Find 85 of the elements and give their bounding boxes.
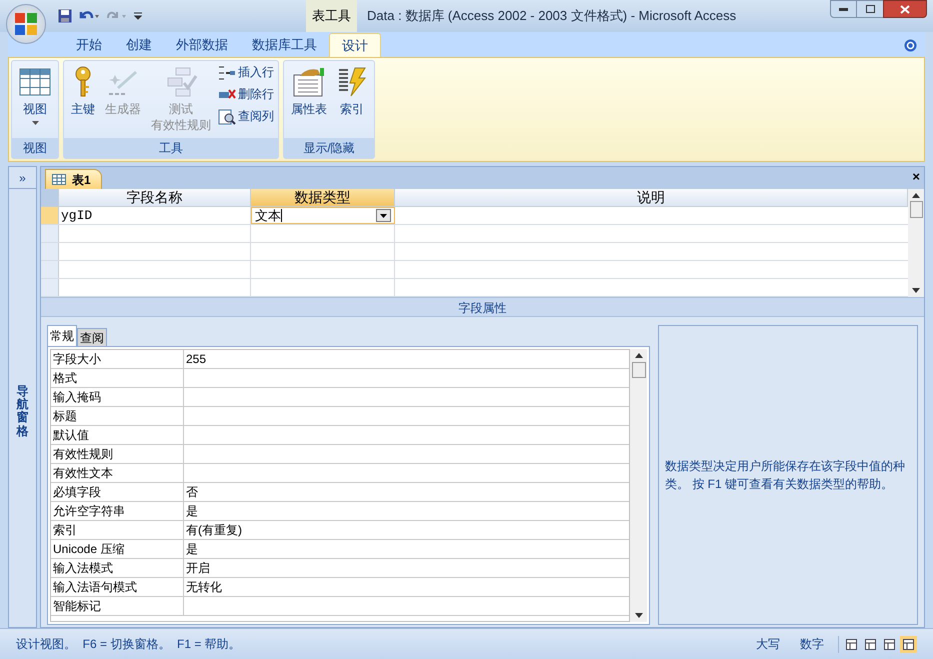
ribbon-button[interactable]: 查阅列 <box>218 107 274 126</box>
property-name: 输入法语句模式 <box>51 578 184 596</box>
field-name-cell[interactable]: ygID <box>59 207 251 224</box>
close-tab-button[interactable]: × <box>912 169 920 185</box>
view-icon <box>884 638 895 650</box>
property-name: 字段大小 <box>51 350 184 368</box>
view-icon <box>865 638 876 650</box>
property-tab[interactable]: 常规 <box>47 325 77 346</box>
key-icon <box>73 66 93 98</box>
property-name: 输入掩码 <box>51 388 184 406</box>
property-value[interactable]: 是 <box>184 502 629 520</box>
data-type-dropdown[interactable]: 文本 <box>251 207 395 224</box>
property-value[interactable]: 有(有重复) <box>184 521 629 539</box>
ribbon-button[interactable]: 索引 <box>334 61 370 138</box>
property-name: 允许空字符串 <box>51 502 184 520</box>
property-tab[interactable]: 查阅 <box>77 328 107 346</box>
ribbon-button[interactable]: 主键 <box>68 61 98 138</box>
status-indicator: 数字 <box>800 636 824 653</box>
lookup-icon <box>218 108 236 124</box>
property-name: 标题 <box>51 407 184 425</box>
ribbon-button[interactable]: 视图 <box>16 61 54 138</box>
caret-icon <box>32 121 38 125</box>
save-icon[interactable] <box>58 9 72 23</box>
ribbon-tab[interactable]: 数据库工具 <box>240 33 329 57</box>
scroll-up-icon[interactable] <box>912 193 920 198</box>
scroll-down-icon[interactable] <box>634 613 642 618</box>
help-icon[interactable] <box>904 39 917 52</box>
document-tab[interactable]: 表1 <box>45 169 102 189</box>
close-icon <box>900 4 910 14</box>
ribbon-button[interactable]: 插入行 <box>218 63 274 82</box>
property-name: 输入法模式 <box>51 559 184 577</box>
table-icon <box>52 174 66 185</box>
view-switch-button[interactable] <box>900 636 917 652</box>
customize-toolbar-icon[interactable] <box>134 12 142 20</box>
window-title: Data : 数据库 (Access 2002 - 2003 文件格式) - Microsoft Access <box>367 7 736 26</box>
property-name: 有效性规则 <box>51 445 184 463</box>
status-indicator: 大写 <box>756 636 780 653</box>
section-label: 字段属性 <box>41 297 924 317</box>
office-logo-icon <box>14 12 38 36</box>
property-name: 智能标记 <box>51 597 184 615</box>
property-value[interactable]: 开启 <box>184 559 629 577</box>
property-name: 索引 <box>51 521 184 539</box>
property-name: 必填字段 <box>51 483 184 501</box>
group-label: 工具 <box>64 138 278 158</box>
scroll-thumb[interactable] <box>910 201 922 218</box>
property-name: 有效性文本 <box>51 464 184 482</box>
table-icon <box>19 68 51 96</box>
property-value[interactable]: 255 <box>184 350 629 368</box>
expand-button[interactable]: » <box>9 167 36 189</box>
scroll-down-icon[interactable] <box>912 288 920 293</box>
view-icon <box>846 638 857 650</box>
office-button[interactable] <box>6 4 46 44</box>
view-icon <box>903 638 914 650</box>
ribbon-tab[interactable]: 外部数据 <box>164 33 240 57</box>
navigation-pane-label[interactable]: 导航窗格 <box>16 385 28 438</box>
vertical-scrollbar[interactable] <box>908 189 924 297</box>
minimize-button[interactable] <box>830 0 857 18</box>
scroll-thumb[interactable] <box>632 362 646 378</box>
delete-row-icon <box>218 88 236 102</box>
ribbon-button[interactable]: 属性表 <box>288 61 330 138</box>
group-label: 显示/隐藏 <box>284 138 374 158</box>
property-sheet-icon <box>292 67 326 97</box>
property-value[interactable]: 否 <box>184 483 629 501</box>
minimize-icon <box>839 8 848 10</box>
ribbon-tab[interactable]: 创建 <box>114 33 164 57</box>
close-button[interactable] <box>883 0 927 18</box>
context-tab-label: 表工具 <box>306 0 357 32</box>
group-label: 视图 <box>12 138 58 158</box>
status-text: 设计视图。 F6 = 切换窗格。 F1 = 帮助。 <box>16 636 241 653</box>
ribbon-tab[interactable]: 开始 <box>64 33 114 57</box>
property-value[interactable]: 无转化 <box>184 578 629 596</box>
ribbon-button[interactable]: 删除行 <box>218 85 274 104</box>
property-name: Unicode 压缩 <box>51 540 184 558</box>
property-name: 格式 <box>51 369 184 387</box>
vertical-scrollbar[interactable] <box>630 349 647 622</box>
property-name: 默认值 <box>51 426 184 444</box>
lightning-icon <box>337 67 367 97</box>
maximize-icon <box>866 5 874 13</box>
help-text: 数据类型决定用户所能保存在该字段中值的种类。 按 F1 键可查看有关数据类型的帮助。 <box>665 458 906 493</box>
scroll-up-icon[interactable] <box>634 353 642 358</box>
insert-row-icon <box>218 66 236 80</box>
property-value[interactable]: 是 <box>184 540 629 558</box>
column-header[interactable]: 数据类型 <box>251 189 395 206</box>
maximize-button[interactable] <box>857 0 883 18</box>
ribbon-tab[interactable]: 设计 <box>329 33 381 57</box>
